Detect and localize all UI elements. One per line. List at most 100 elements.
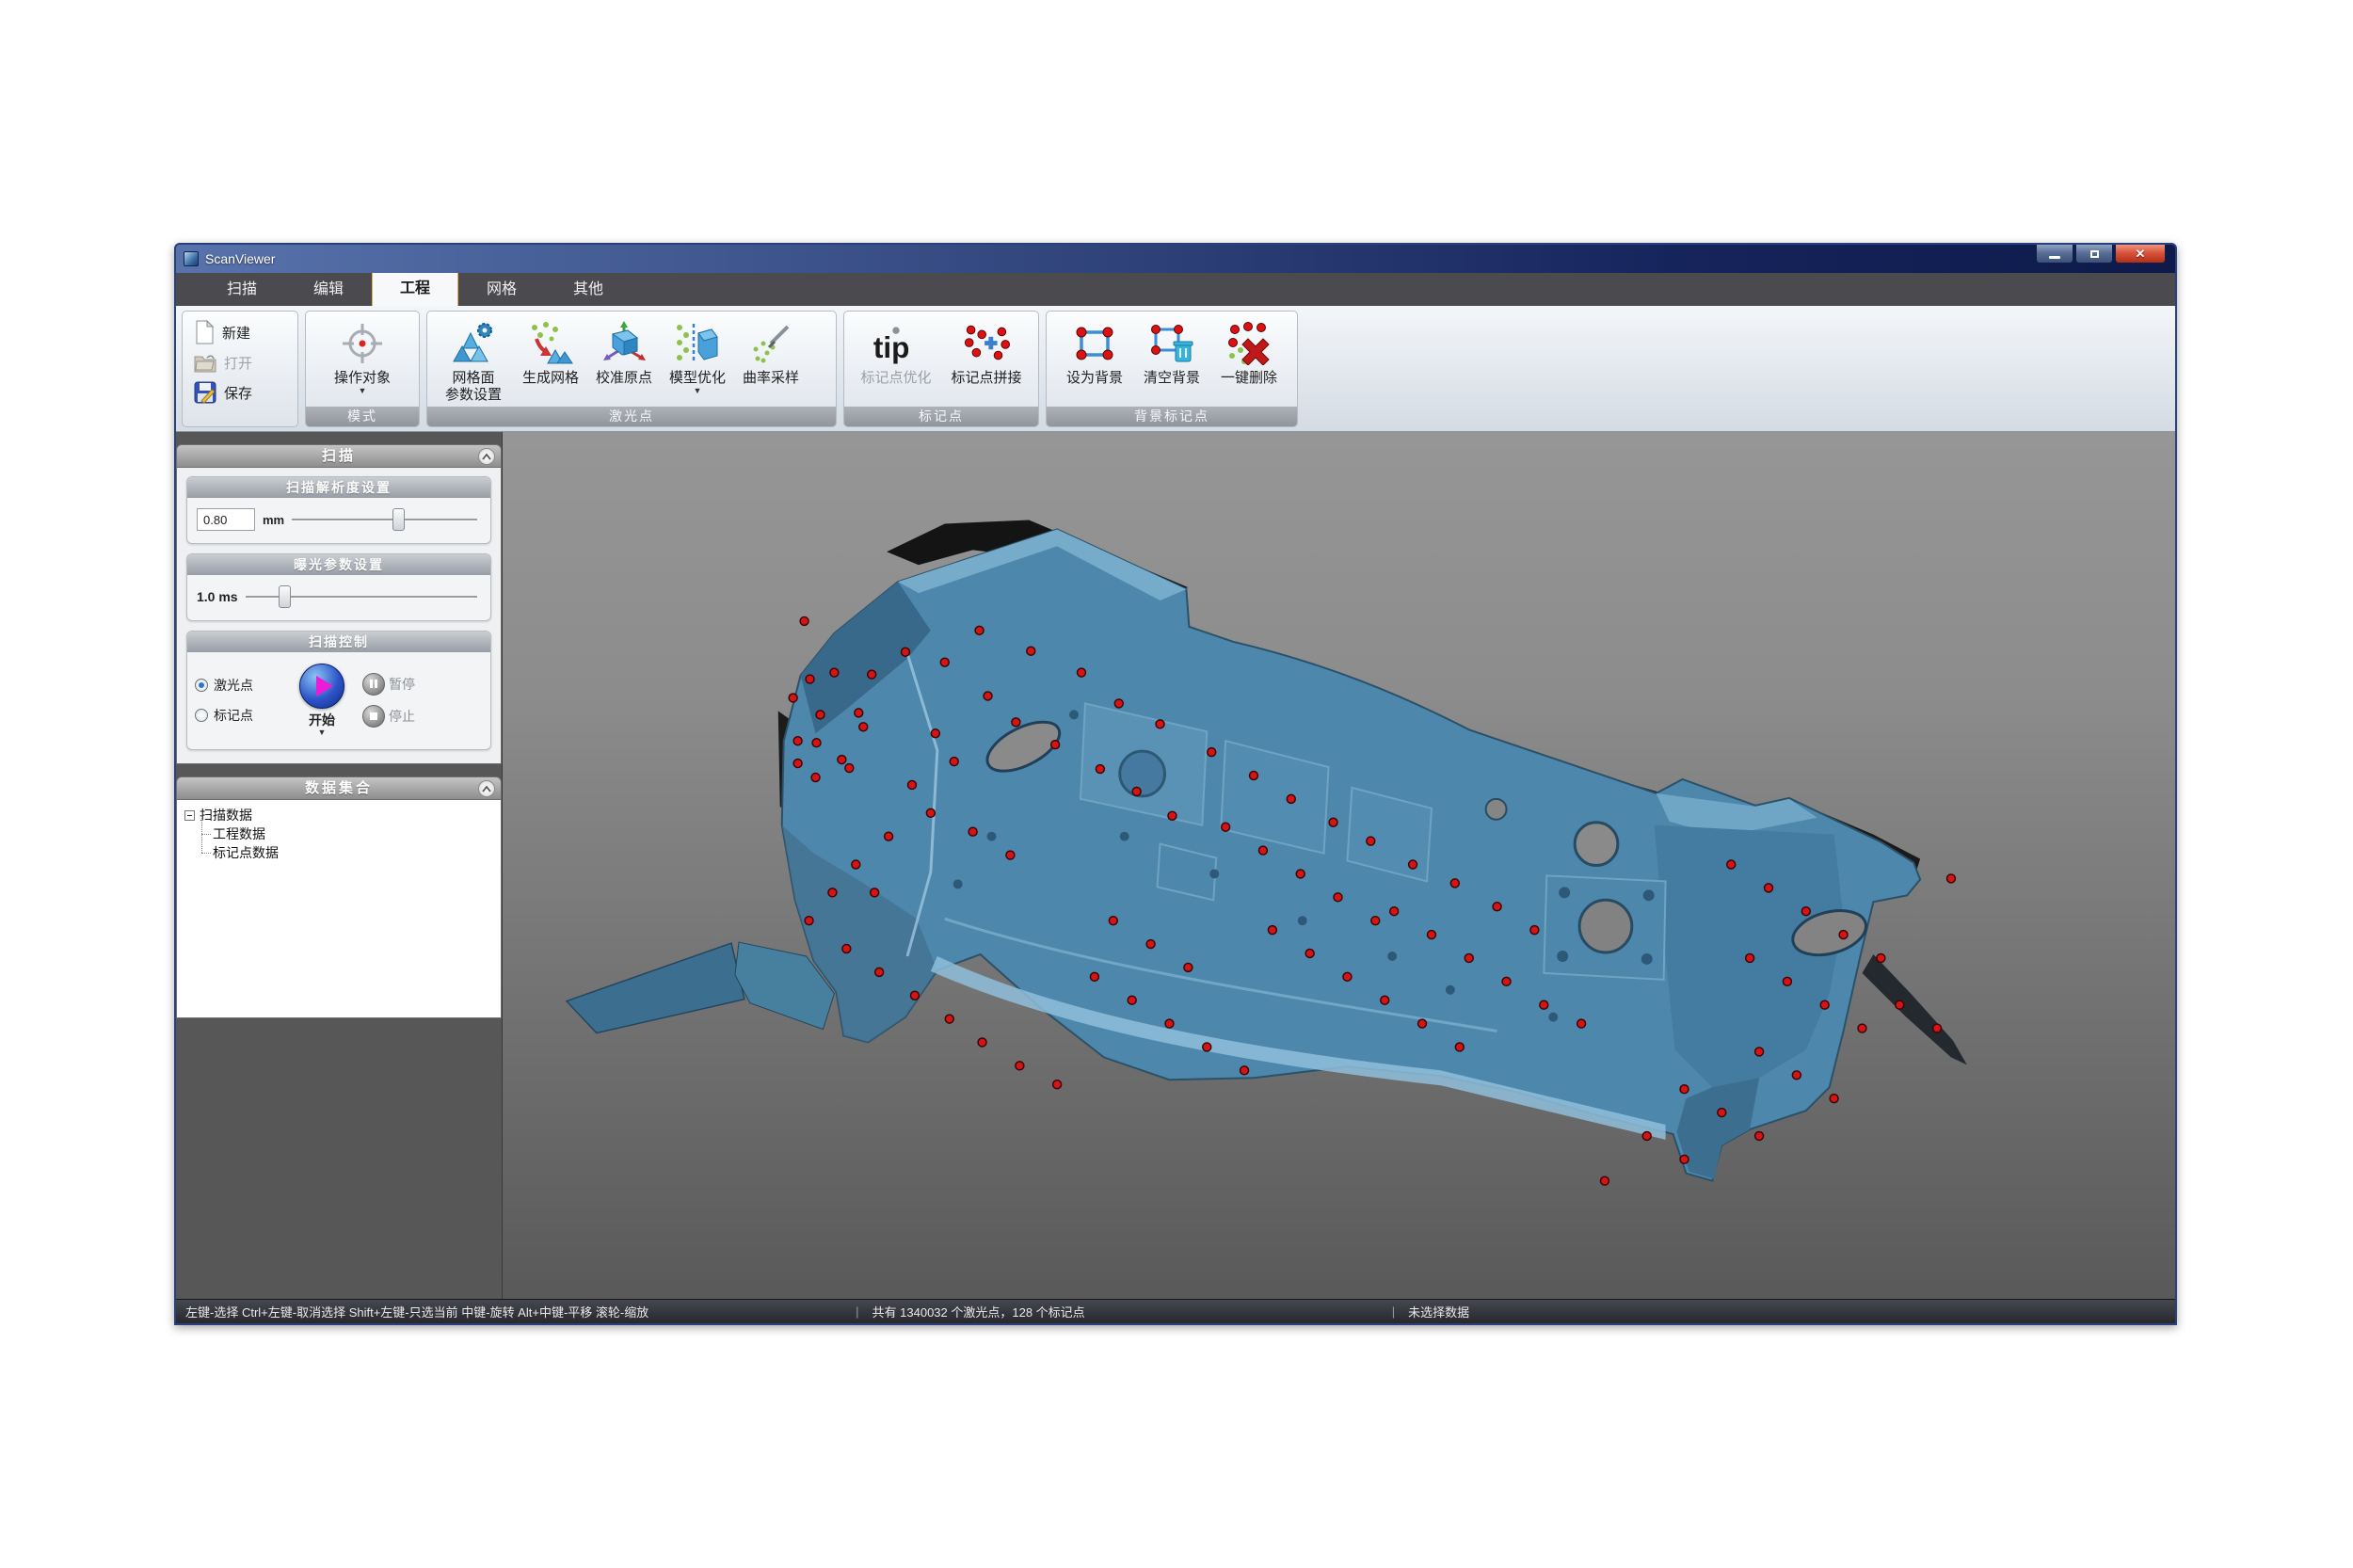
clear-background-icon xyxy=(1148,322,1195,365)
scan-panel-header: 扫描 xyxy=(176,444,502,468)
svg-text:tip: tip xyxy=(873,330,910,364)
data-panel-collapse-button[interactable] xyxy=(478,780,495,797)
minimize-button[interactable] xyxy=(2036,245,2073,264)
ribbon-group-laser: 网格面 参数设置 xyxy=(426,311,837,427)
background-group-label: 背景标记点 xyxy=(1047,407,1297,426)
scan-control-title: 扫描控制 xyxy=(187,632,490,652)
tab-scan[interactable]: 扫描 xyxy=(199,269,285,306)
save-button[interactable]: 保存 xyxy=(190,377,290,408)
tree-child-label: 工程数据 xyxy=(213,826,265,841)
resolution-slider[interactable] xyxy=(292,507,481,532)
mesh-params-button[interactable]: 网格面 参数设置 xyxy=(433,315,514,406)
operate-object-button[interactable]: 操作对象 ▼ xyxy=(326,315,399,396)
close-icon: ✕ xyxy=(2136,247,2146,262)
status-point-counts: 共有 1340032 个激光点，128 个标记点 xyxy=(872,1303,1392,1320)
set-background-icon xyxy=(1072,323,1117,364)
set-background-button[interactable]: 设为背景 xyxy=(1058,315,1131,389)
stop-label: 停止 xyxy=(389,707,415,726)
scan-model-body xyxy=(567,529,1920,1180)
tree-root-label: 扫描数据 xyxy=(200,806,252,824)
tab-other[interactable]: 其他 xyxy=(545,269,632,306)
marker-optimize-button[interactable]: tip 标记点优化 xyxy=(853,315,939,389)
viewport-3d[interactable] xyxy=(502,432,2175,1299)
delete-all-label: 一键删除 xyxy=(1221,370,1277,387)
exposure-slider-handle[interactable] xyxy=(279,585,291,608)
radio-marker-label: 标记点 xyxy=(214,706,253,725)
status-separator: | xyxy=(1392,1304,1408,1319)
exposure-groupbox: 曝光参数设置 1.0 ms xyxy=(186,553,491,621)
curvature-sample-icon xyxy=(748,321,793,366)
radio-laser-label: 激光点 xyxy=(214,676,253,695)
marker-optimize-label: 标记点优化 xyxy=(860,370,931,387)
model-optimize-button[interactable]: 模型优化 ▼ xyxy=(661,315,734,396)
scan-panel-body: 扫描解析度设置 mm 曝光参数设置 xyxy=(176,468,502,764)
exposure-slider[interactable] xyxy=(246,584,481,609)
close-button[interactable]: ✕ xyxy=(2115,245,2166,264)
chevron-up-icon xyxy=(482,454,491,460)
curvature-sample-button[interactable]: 曲率采样 xyxy=(734,315,808,389)
ribbon-group-mode: 操作对象 ▼ 模式 xyxy=(305,311,420,427)
status-selection: 未选择数据 xyxy=(1408,1303,2175,1320)
dropdown-caret: ▼ xyxy=(359,387,367,394)
scan-panel-collapse-button[interactable] xyxy=(478,448,495,465)
stop-button[interactable]: 停止 xyxy=(362,705,415,728)
titlebar: ScanViewer ✕ xyxy=(176,245,2175,273)
mesh-settings-icon xyxy=(450,320,497,367)
new-button[interactable]: 新建 xyxy=(190,317,290,347)
exposure-value: 1.0 ms xyxy=(197,589,238,604)
content-area: 扫描 扫描解析度设置 mm xyxy=(176,432,2175,1299)
calibrate-origin-icon xyxy=(600,319,648,368)
scan-control-groupbox: 扫描控制 激光点 标记点 xyxy=(186,631,491,750)
ribbon-group-background: 设为背景 xyxy=(1046,311,1298,427)
tree-item-marker-data[interactable]: 标记点数据 xyxy=(198,843,493,862)
tree-item-scan-data[interactable]: 扫描数据 xyxy=(184,806,493,824)
tree-item-project-data[interactable]: 工程数据 xyxy=(198,824,493,843)
radio-laser-icon[interactable] xyxy=(195,679,208,692)
scan-panel-title: 扫描 xyxy=(322,448,356,464)
open-folder-icon xyxy=(194,352,216,373)
stop-icon xyxy=(362,705,385,728)
marker-group-label: 标记点 xyxy=(844,407,1038,426)
restore-button[interactable] xyxy=(2075,245,2113,264)
open-button[interactable]: 打开 xyxy=(190,347,290,377)
page: ScanViewer ✕ 扫描 编辑 工程 网格 其他 xyxy=(0,0,2353,1568)
resolution-unit: mm xyxy=(263,513,284,527)
play-icon xyxy=(316,676,333,696)
generate-mesh-button[interactable]: 生成网格 xyxy=(514,315,587,389)
pause-button[interactable]: 暂停 xyxy=(362,673,415,696)
target-crosshair-icon xyxy=(341,322,384,365)
calibrate-origin-button[interactable]: 校准原点 xyxy=(587,315,661,389)
open-label: 打开 xyxy=(224,353,252,373)
save-floppy-icon xyxy=(194,381,216,404)
data-panel-title: 数据集合 xyxy=(305,780,373,796)
data-panel-header: 数据集合 xyxy=(176,776,502,800)
save-label: 保存 xyxy=(224,383,252,403)
resolution-slider-handle[interactable] xyxy=(392,508,405,531)
start-dropdown-caret[interactable]: ▼ xyxy=(318,729,327,736)
sidebar-filler xyxy=(176,1018,502,1299)
status-mouse-hints: 左键-选择 Ctrl+左键-取消选择 Shift+左键-只选当前 中键-旋转 A… xyxy=(176,1303,856,1320)
restore-icon xyxy=(2090,250,2099,258)
delete-all-button[interactable]: 一键删除 xyxy=(1212,315,1286,389)
radio-marker-icon[interactable] xyxy=(195,709,208,722)
tab-mesh[interactable]: 网格 xyxy=(458,269,545,306)
radio-laser-point[interactable]: 激光点 xyxy=(195,676,281,695)
start-scan-button[interactable] xyxy=(299,664,344,709)
generate-mesh-label: 生成网格 xyxy=(522,370,579,387)
scan-model-render xyxy=(503,432,2175,1299)
tab-edit[interactable]: 编辑 xyxy=(285,269,372,306)
model-optimize-label: 模型优化 xyxy=(669,370,726,387)
resolution-input[interactable] xyxy=(197,508,255,531)
ribbon: 新建 打开 xyxy=(176,306,2175,432)
tab-project[interactable]: 工程 xyxy=(372,268,458,306)
start-label: 开始 xyxy=(309,711,335,729)
clear-background-button[interactable]: 清空背景 xyxy=(1135,315,1209,389)
new-label: 新建 xyxy=(222,323,250,343)
tree-expander-icon[interactable] xyxy=(184,810,195,821)
resolution-slider-track xyxy=(292,519,477,521)
status-separator: | xyxy=(856,1304,872,1319)
marker-stitch-button[interactable]: 标记点拼接 xyxy=(943,315,1030,389)
radio-marker-point[interactable]: 标记点 xyxy=(195,706,281,725)
curvature-sample-label: 曲率采样 xyxy=(743,370,799,387)
ribbon-group-file: 新建 打开 xyxy=(182,311,298,427)
